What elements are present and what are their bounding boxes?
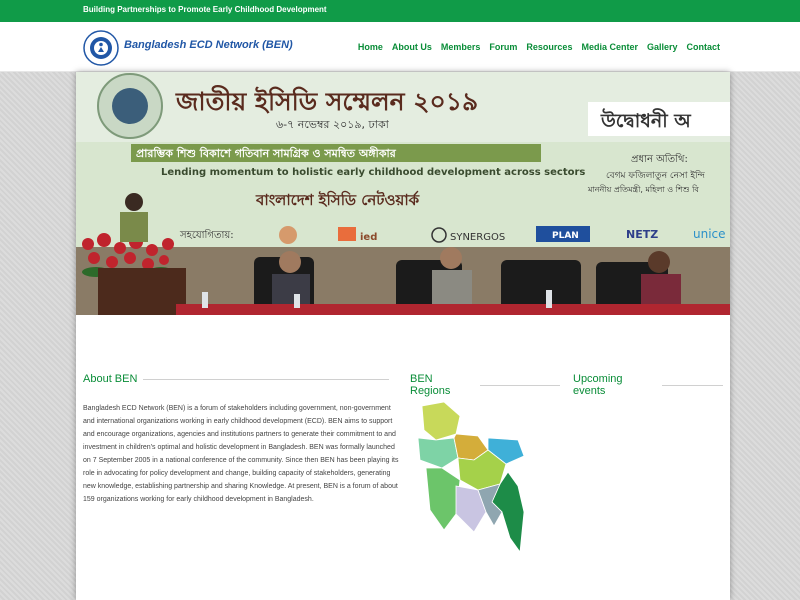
upcoming-events-rule: [662, 384, 723, 386]
banner-guest: প্রধান অতিথি:: [631, 153, 688, 165]
nav-home[interactable]: Home: [358, 42, 383, 52]
nav-media-center[interactable]: Media Center: [581, 42, 638, 52]
main-nav: Home About Us Members Forum Resources Me…: [358, 42, 720, 52]
upcoming-events-title: Upcoming events: [573, 373, 623, 397]
banner-guest-name: বেগম ফজিলাতুন নেসা ইন্দি: [606, 170, 706, 181]
top-bar: Building Partnerships to Promote Early C…: [0, 0, 800, 22]
nav-gallery[interactable]: Gallery: [647, 42, 678, 52]
banner-title: জাতীয় ইসিডি সম্মেলন ২০১৯: [175, 85, 478, 116]
region-rajshahi: [417, 437, 459, 469]
banner-organization: বাংলাদেশ ইসিডি নেটওয়ার্ক: [255, 190, 420, 209]
banner-support-label: সহযোগিতায়:: [179, 229, 234, 241]
about-ben-title: About BEN: [83, 373, 138, 385]
bangladesh-regions-map[interactable]: [414, 402, 532, 562]
sponsor-unicef: unice: [693, 227, 726, 241]
sponsor-plan: PLAN: [552, 231, 579, 241]
site-header: Bangladesh ECD Network (BEN) Home About …: [0, 22, 800, 72]
banner-guest-title: মাননীয় প্রতিমন্ত্রী, মহিলা ও শিশু বি: [587, 184, 699, 194]
about-ben-rule: [143, 378, 390, 380]
hero-slider-image[interactable]: জাতীয় ইসিডি সম্মেলন ২০১৯ ৬-৭ নভেম্বর ২০…: [76, 72, 730, 315]
banner-theme-en: Lending momentum to holistic early child…: [161, 167, 585, 178]
nav-resources[interactable]: Resources: [526, 42, 572, 52]
nav-contact[interactable]: Contact: [687, 42, 721, 52]
site-brand-name[interactable]: Bangladesh ECD Network (BEN): [124, 39, 293, 51]
ben-regions-heading: BEN Regions: [410, 373, 560, 397]
sponsor-synergos: SYNERGOS: [450, 232, 505, 243]
sponsor-ied: ied: [360, 232, 377, 243]
main-content: জাতীয় ইসিডি সম্মেলন ২০১৯ ৬-৭ নভেম্বর ২০…: [76, 72, 730, 600]
banner-inauguration: উদ্বোধনী অ: [600, 108, 692, 132]
ben-regions-rule: [480, 384, 560, 386]
region-rangpur: [421, 402, 461, 441]
upcoming-events-heading: Upcoming events: [573, 373, 723, 397]
about-ben-text: Bangladesh ECD Network (BEN) is a forum …: [83, 405, 399, 503]
banner-date: ৬-৭ নভেম্বর ২০১৯, ঢাকা: [276, 118, 390, 131]
tagline: Building Partnerships to Promote Early C…: [83, 5, 327, 14]
region-khulna: [425, 467, 461, 531]
sponsor-netz: NETZ: [626, 228, 658, 241]
about-ben-heading: About BEN: [83, 373, 399, 385]
ben-logo-icon[interactable]: [83, 30, 119, 66]
ben-regions-title: BEN Regions: [410, 373, 451, 397]
nav-forum[interactable]: Forum: [489, 42, 517, 52]
nav-about-us[interactable]: About Us: [392, 42, 432, 52]
nav-members[interactable]: Members: [441, 42, 481, 52]
banner-theme-bn: প্রারম্ভিক শিশু বিকাশে গতিবান সামগ্রিক ও…: [136, 146, 397, 160]
